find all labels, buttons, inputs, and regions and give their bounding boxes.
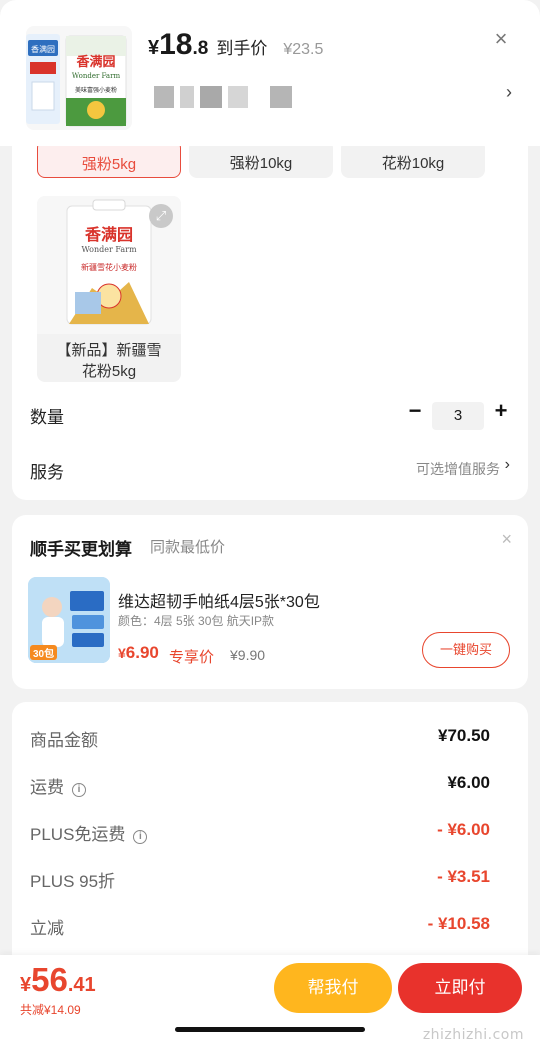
spec-option-line2: 花粉10kg xyxy=(381,155,445,172)
quantity-input[interactable]: 3 xyxy=(432,402,484,430)
total-saved: 共减¥14.09 xyxy=(20,1003,81,1017)
address-redacted[interactable] xyxy=(154,86,292,108)
service-value[interactable]: 可选增值服务 xyxy=(416,459,500,479)
quantity-plus-button[interactable]: + xyxy=(492,398,510,424)
recommend-close-icon[interactable]: × xyxy=(501,529,512,550)
svg-text:美味富强小麦粉: 美味富强小麦粉 xyxy=(75,86,117,94)
summary-value: ¥70.50 xyxy=(438,726,490,745)
svg-text:Wonder Farm: Wonder Farm xyxy=(81,245,136,254)
close-icon[interactable]: × xyxy=(490,28,512,50)
redacted-block xyxy=(154,86,174,108)
total-decimal: .41 xyxy=(67,974,96,996)
order-summary: 商品金额 ¥70.50 运费 i ¥6.00 PLUS免运费 i - ¥6.00 P… xyxy=(12,702,528,962)
summary-value: - ¥6.00 xyxy=(437,820,490,839)
redacted-block xyxy=(180,86,194,108)
total-currency: ¥ xyxy=(20,974,32,996)
price-integer: 18 xyxy=(159,28,193,61)
svg-text:香满园: 香满园 xyxy=(84,225,133,244)
summary-label: PLUS 95折 xyxy=(30,872,116,891)
recommend-title: 顺手买更划算 xyxy=(30,540,132,559)
one-click-buy-button[interactable]: 一键购买 xyxy=(422,632,510,668)
spec-option-new[interactable]: 香满园 Wonder Farm 新疆雪花小麦粉 ⤢ 【新品】新疆雪 花粉5kg xyxy=(37,196,181,382)
summary-label: 商品金额 xyxy=(30,731,98,750)
summary-value: - ¥3.51 xyxy=(437,867,490,886)
info-icon[interactable]: i xyxy=(133,830,148,844)
summary-label-wrap: PLUS免运费 i xyxy=(30,820,148,845)
recommend-subtitle: 同款最低价 xyxy=(150,539,226,556)
price-currency: ¥ xyxy=(148,37,160,59)
recommend-item-image[interactable]: 30包 xyxy=(28,577,110,663)
spec-card: 【爆款】美味富 强粉5kg 【家庭】美味富 强粉10kg 【实惠】新疆雪 花粉1… xyxy=(12,140,528,500)
service-chevron-icon[interactable]: › xyxy=(505,456,510,474)
checkout-sheet: 香满园 香满园 Wonder Farm 美味富强小麦粉 ¥ 18 .8 到手价 … xyxy=(0,0,540,1042)
redacted-block xyxy=(228,86,248,108)
summary-row: PLUS 95折 - ¥3.51 xyxy=(30,867,500,893)
service-label: 服务 xyxy=(30,463,64,482)
price-label: 到手价 xyxy=(216,39,268,58)
new-product-name: 【新品】新疆雪 花粉5kg xyxy=(37,340,181,382)
summary-label: 立减 xyxy=(30,919,64,938)
summary-label-wrap: 运费 i xyxy=(30,773,86,798)
product-thumbnail: 香满园 香满园 Wonder Farm 美味富强小麦粉 xyxy=(26,26,132,130)
summary-value: ¥6.00 xyxy=(447,773,490,792)
summary-row: 立减 - ¥10.58 xyxy=(30,914,500,940)
price-decimal: .8 xyxy=(192,38,209,59)
svg-text:新疆雪花小麦粉: 新疆雪花小麦粉 xyxy=(81,262,137,272)
price-row: ¥ 18 .8 到手价 ¥23.5 xyxy=(148,28,323,62)
summary-row: 运费 i ¥6.00 xyxy=(30,773,500,799)
recommend-item-name[interactable]: 维达超韧手帕纸4层5张*30包 xyxy=(118,588,320,612)
recommend-price-tag: 专享价 xyxy=(169,649,215,666)
new-product-line1: 【新品】新疆雪 xyxy=(56,342,162,359)
summary-value: - ¥10.58 xyxy=(427,914,490,933)
recommend-card: 顺手买更划算 同款最低价 × 30包 维达超韧手帕纸4层5张*30包 颜色：4层… xyxy=(12,515,528,689)
total-integer: 56 xyxy=(31,961,68,998)
new-product-line2: 花粉5kg xyxy=(81,363,137,380)
spec-option-line2: 强粉10kg xyxy=(229,155,293,172)
info-icon[interactable]: i xyxy=(72,783,86,797)
help-pay-button[interactable]: 帮我付 xyxy=(274,963,392,1013)
summary-label: 运费 xyxy=(30,778,64,797)
recommend-price-currency: ¥ xyxy=(118,645,126,661)
redacted-block xyxy=(200,86,222,108)
quantity-minus-button[interactable]: − xyxy=(406,398,424,424)
summary-row: PLUS免运费 i - ¥6.00 xyxy=(30,820,500,846)
summary-label: PLUS免运费 xyxy=(30,825,126,844)
recommend-price: ¥6.90 xyxy=(118,643,159,663)
bottom-bar: ¥56.41 共减¥14.09 帮我付 立即付 zhizhizhi.com xyxy=(0,955,540,1042)
home-indicator[interactable] xyxy=(175,1027,365,1032)
summary-row: 商品金额 ¥70.50 xyxy=(30,726,500,752)
quantity-label: 数量 xyxy=(30,408,64,427)
original-price: ¥23.5 xyxy=(283,41,324,58)
header: 香满园 香满园 Wonder Farm 美味富强小麦粉 ¥ 18 .8 到手价 … xyxy=(0,0,540,146)
spec-option-line2: 强粉5kg xyxy=(81,156,137,173)
recommend-image-tag: 30包 xyxy=(30,645,58,660)
svg-text:香满园: 香满园 xyxy=(75,54,115,70)
watermark: zhizhizhi.com xyxy=(422,1027,524,1042)
redacted-block xyxy=(270,86,292,108)
expand-icon[interactable]: ⤢ xyxy=(149,204,173,228)
svg-text:香满园: 香满园 xyxy=(31,44,55,54)
pay-now-button[interactable]: 立即付 xyxy=(398,963,522,1013)
address-chevron-icon[interactable]: › xyxy=(506,82,512,103)
recommend-item-attr: 颜色：4层 5张 30包 航天IP款 xyxy=(118,614,275,628)
recommend-original-price: ¥9.90 xyxy=(230,647,266,663)
recommend-price-value: 6.90 xyxy=(125,643,159,662)
svg-text:Wonder Farm: Wonder Farm xyxy=(72,72,121,80)
total-price: ¥56.41 xyxy=(20,961,96,999)
